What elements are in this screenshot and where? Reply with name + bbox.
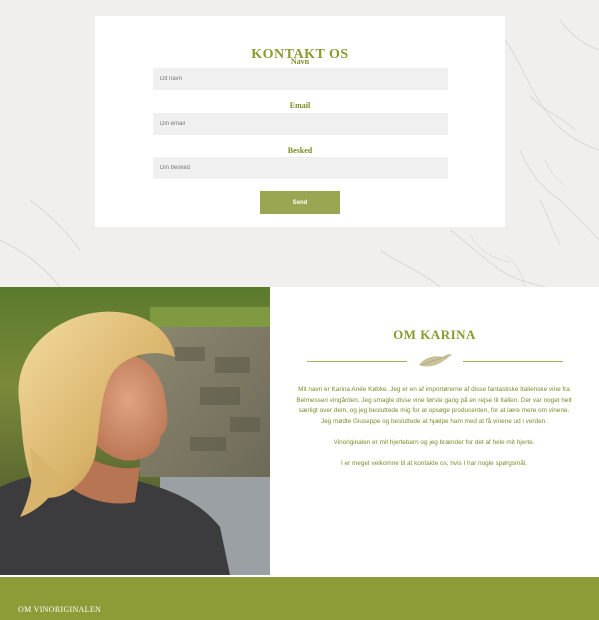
about-paragraph: I er meget velkomne til at kontakte os, … [340,460,528,468]
divider-right [463,361,563,362]
footer-title: OM VINORIGINALEN [18,605,102,614]
message-label: Besked [287,146,313,155]
about-paragraph: Mit navn er Karina Anée Købke. Jeg er en… [296,386,572,425]
about-section: OM KARINA Mit navn er Karina Anée Købke.… [270,287,599,575]
email-input[interactable] [153,113,448,135]
karina-photo [0,287,270,575]
vine-leaf-icon [419,353,452,367]
name-input[interactable] [153,68,448,90]
about-text: Mit navn er Karina Anée Købke. Jeg er en… [296,385,572,480]
message-input[interactable] [153,157,448,179]
email-label: Email [289,101,311,110]
name-label: Navn [290,57,310,66]
contact-form-card: KONTAKT OS Navn Email Besked Send [95,16,505,227]
send-button[interactable]: Send [260,191,340,214]
about-title: OM KARINA [393,327,476,342]
divider-left [307,361,407,362]
about-paragraph: Vinoriginalen er mit hjertebarn og jeg b… [333,438,535,446]
footer: OM VINORIGINALEN [0,577,599,620]
